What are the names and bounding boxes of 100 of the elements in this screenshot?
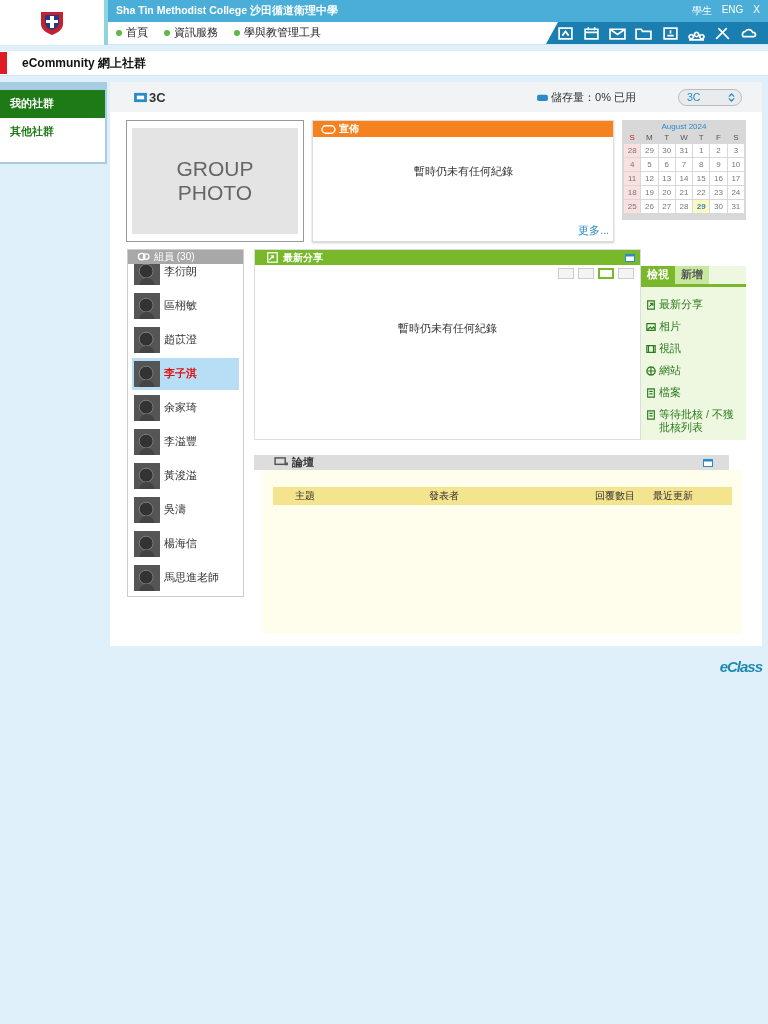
photo-icon: [646, 322, 656, 332]
calendar-day[interactable]: 16: [710, 172, 727, 185]
menu-item[interactable]: 相片: [641, 315, 746, 337]
calendar-day[interactable]: 28: [624, 144, 641, 157]
calendar-day[interactable]: 29: [641, 144, 658, 157]
avatar-icon: [134, 564, 160, 592]
calendar-title: August 2024: [660, 122, 708, 133]
calendar-day[interactable]: 9: [710, 158, 727, 171]
menu-item[interactable]: 最新分享: [641, 293, 746, 315]
minimize-icon[interactable]: [625, 253, 635, 262]
folder-icon[interactable]: [635, 25, 653, 41]
eclass-logo: eClass: [719, 658, 762, 675]
calendar-day[interactable]: 8: [693, 158, 710, 171]
board-icon[interactable]: [556, 25, 574, 41]
id-card-icon[interactable]: [661, 25, 679, 41]
placeholder-text: GROUP: [176, 157, 254, 181]
calendar-day[interactable]: 29: [693, 200, 710, 213]
avatar-icon: [134, 264, 160, 286]
avatar-icon: [134, 462, 160, 490]
calendar-day[interactable]: 30: [710, 200, 727, 213]
calendar-day[interactable]: 30: [658, 144, 675, 157]
member-item[interactable]: 馬思進老師: [132, 562, 239, 594]
panel-title: 組員 (30): [154, 250, 195, 264]
nav-item[interactable]: 首頁: [116, 26, 148, 40]
view-mode-button[interactable]: [598, 268, 614, 279]
calendar-day[interactable]: 22: [693, 186, 710, 199]
more-link[interactable]: 更多...: [578, 224, 613, 241]
avatar-icon: [134, 428, 160, 456]
avatar-icon: [134, 496, 160, 524]
share-icon: [265, 252, 280, 263]
calendar-day[interactable]: 17: [727, 172, 744, 185]
panel-title: 宣佈: [339, 122, 359, 136]
page-title: eCommunity 網上社群: [22, 54, 146, 72]
group-name: 3C: [149, 89, 166, 105]
calendar-day[interactable]: 23: [710, 186, 727, 199]
calendar-day[interactable]: 18: [624, 186, 641, 199]
weekday-label: S: [628, 133, 636, 143]
calendar-day[interactable]: 15: [693, 172, 710, 185]
member-item[interactable]: 楊海信: [132, 528, 239, 560]
member-item[interactable]: 趙苡澄: [132, 324, 239, 356]
avatar-icon: [134, 530, 160, 558]
weekday-label: W: [679, 133, 689, 143]
calendar-day[interactable]: 25: [624, 200, 641, 213]
menu-tab[interactable]: 新增: [675, 266, 709, 284]
calendar-day[interactable]: 26: [641, 200, 658, 213]
calendar-day[interactable]: 19: [641, 186, 658, 199]
calendar-day[interactable]: 27: [658, 200, 675, 213]
storage-text: 儲存量：0% 已用: [551, 89, 636, 105]
empty-message: 暫時仍未有任何紀錄: [398, 322, 497, 336]
sidebar-item[interactable]: 其他社群: [0, 118, 105, 146]
member-item[interactable]: 李子淇: [132, 358, 239, 390]
mail-icon[interactable]: [609, 25, 627, 41]
calendar-day[interactable]: 28: [675, 200, 693, 213]
calendar-day[interactable]: 4: [624, 158, 641, 171]
member-item[interactable]: 區栩敏: [132, 290, 239, 322]
calendar-day[interactable]: 10: [727, 158, 744, 171]
header-link[interactable]: ENG: [721, 4, 744, 18]
calendar-day[interactable]: 13: [658, 172, 675, 185]
member-item[interactable]: 余家琦: [132, 392, 239, 424]
calendar-day[interactable]: 31: [727, 200, 744, 213]
calendar-day[interactable]: 2: [710, 144, 727, 157]
calendar-day[interactable]: 3: [727, 144, 744, 157]
menu-item[interactable]: 網站: [641, 359, 746, 381]
group-select[interactable]: 3C: [678, 88, 742, 106]
member-item[interactable]: 黃浚溢: [132, 460, 239, 492]
member-item[interactable]: 吳濤: [132, 494, 239, 526]
header-link[interactable]: X: [753, 4, 760, 18]
minimize-icon[interactable]: [703, 458, 713, 467]
chevron-icon: [728, 92, 735, 102]
calendar-day[interactable]: 14: [675, 172, 693, 185]
calendar-day[interactable]: 6: [658, 158, 675, 171]
panel-title: 論壇: [292, 455, 314, 470]
calendar-day[interactable]: 31: [675, 144, 693, 157]
film-icon: [646, 344, 656, 354]
calendar-day[interactable]: 11: [624, 172, 641, 185]
people-icon: [136, 251, 151, 263]
file-icon: [646, 410, 656, 420]
calendar-day[interactable]: 7: [675, 158, 693, 171]
panel-title: 最新分享: [283, 250, 323, 265]
nav-item[interactable]: 資訊服務: [164, 26, 218, 40]
menu-item[interactable]: 視訊: [641, 337, 746, 359]
placeholder-text: PHOTO: [177, 181, 253, 205]
member-item[interactable]: 李衍朗: [132, 264, 239, 288]
calendar-day[interactable]: 5: [641, 158, 658, 171]
calendar-day[interactable]: 12: [641, 172, 658, 185]
nav-item[interactable]: 學與教管理工具: [234, 26, 321, 40]
calendar-day[interactable]: 21: [675, 186, 693, 199]
calendar-day[interactable]: 20: [658, 186, 675, 199]
header-link[interactable]: 學生: [691, 4, 712, 18]
weekday-label: F: [715, 133, 722, 143]
calendar-day[interactable]: 24: [727, 186, 744, 199]
member-item[interactable]: 李溢豐: [132, 426, 239, 458]
calendar-icon[interactable]: [582, 25, 600, 41]
menu-item[interactable]: 等待批核 / 不獲批核列表: [641, 403, 746, 438]
avatar-icon: [134, 394, 160, 422]
column-header: 最近更新: [653, 489, 693, 503]
calendar-day[interactable]: 1: [693, 144, 710, 157]
sidebar-item[interactable]: 我的社群: [0, 90, 105, 118]
column-header: 主題: [295, 489, 316, 503]
menu-item[interactable]: 檔案: [641, 381, 746, 403]
